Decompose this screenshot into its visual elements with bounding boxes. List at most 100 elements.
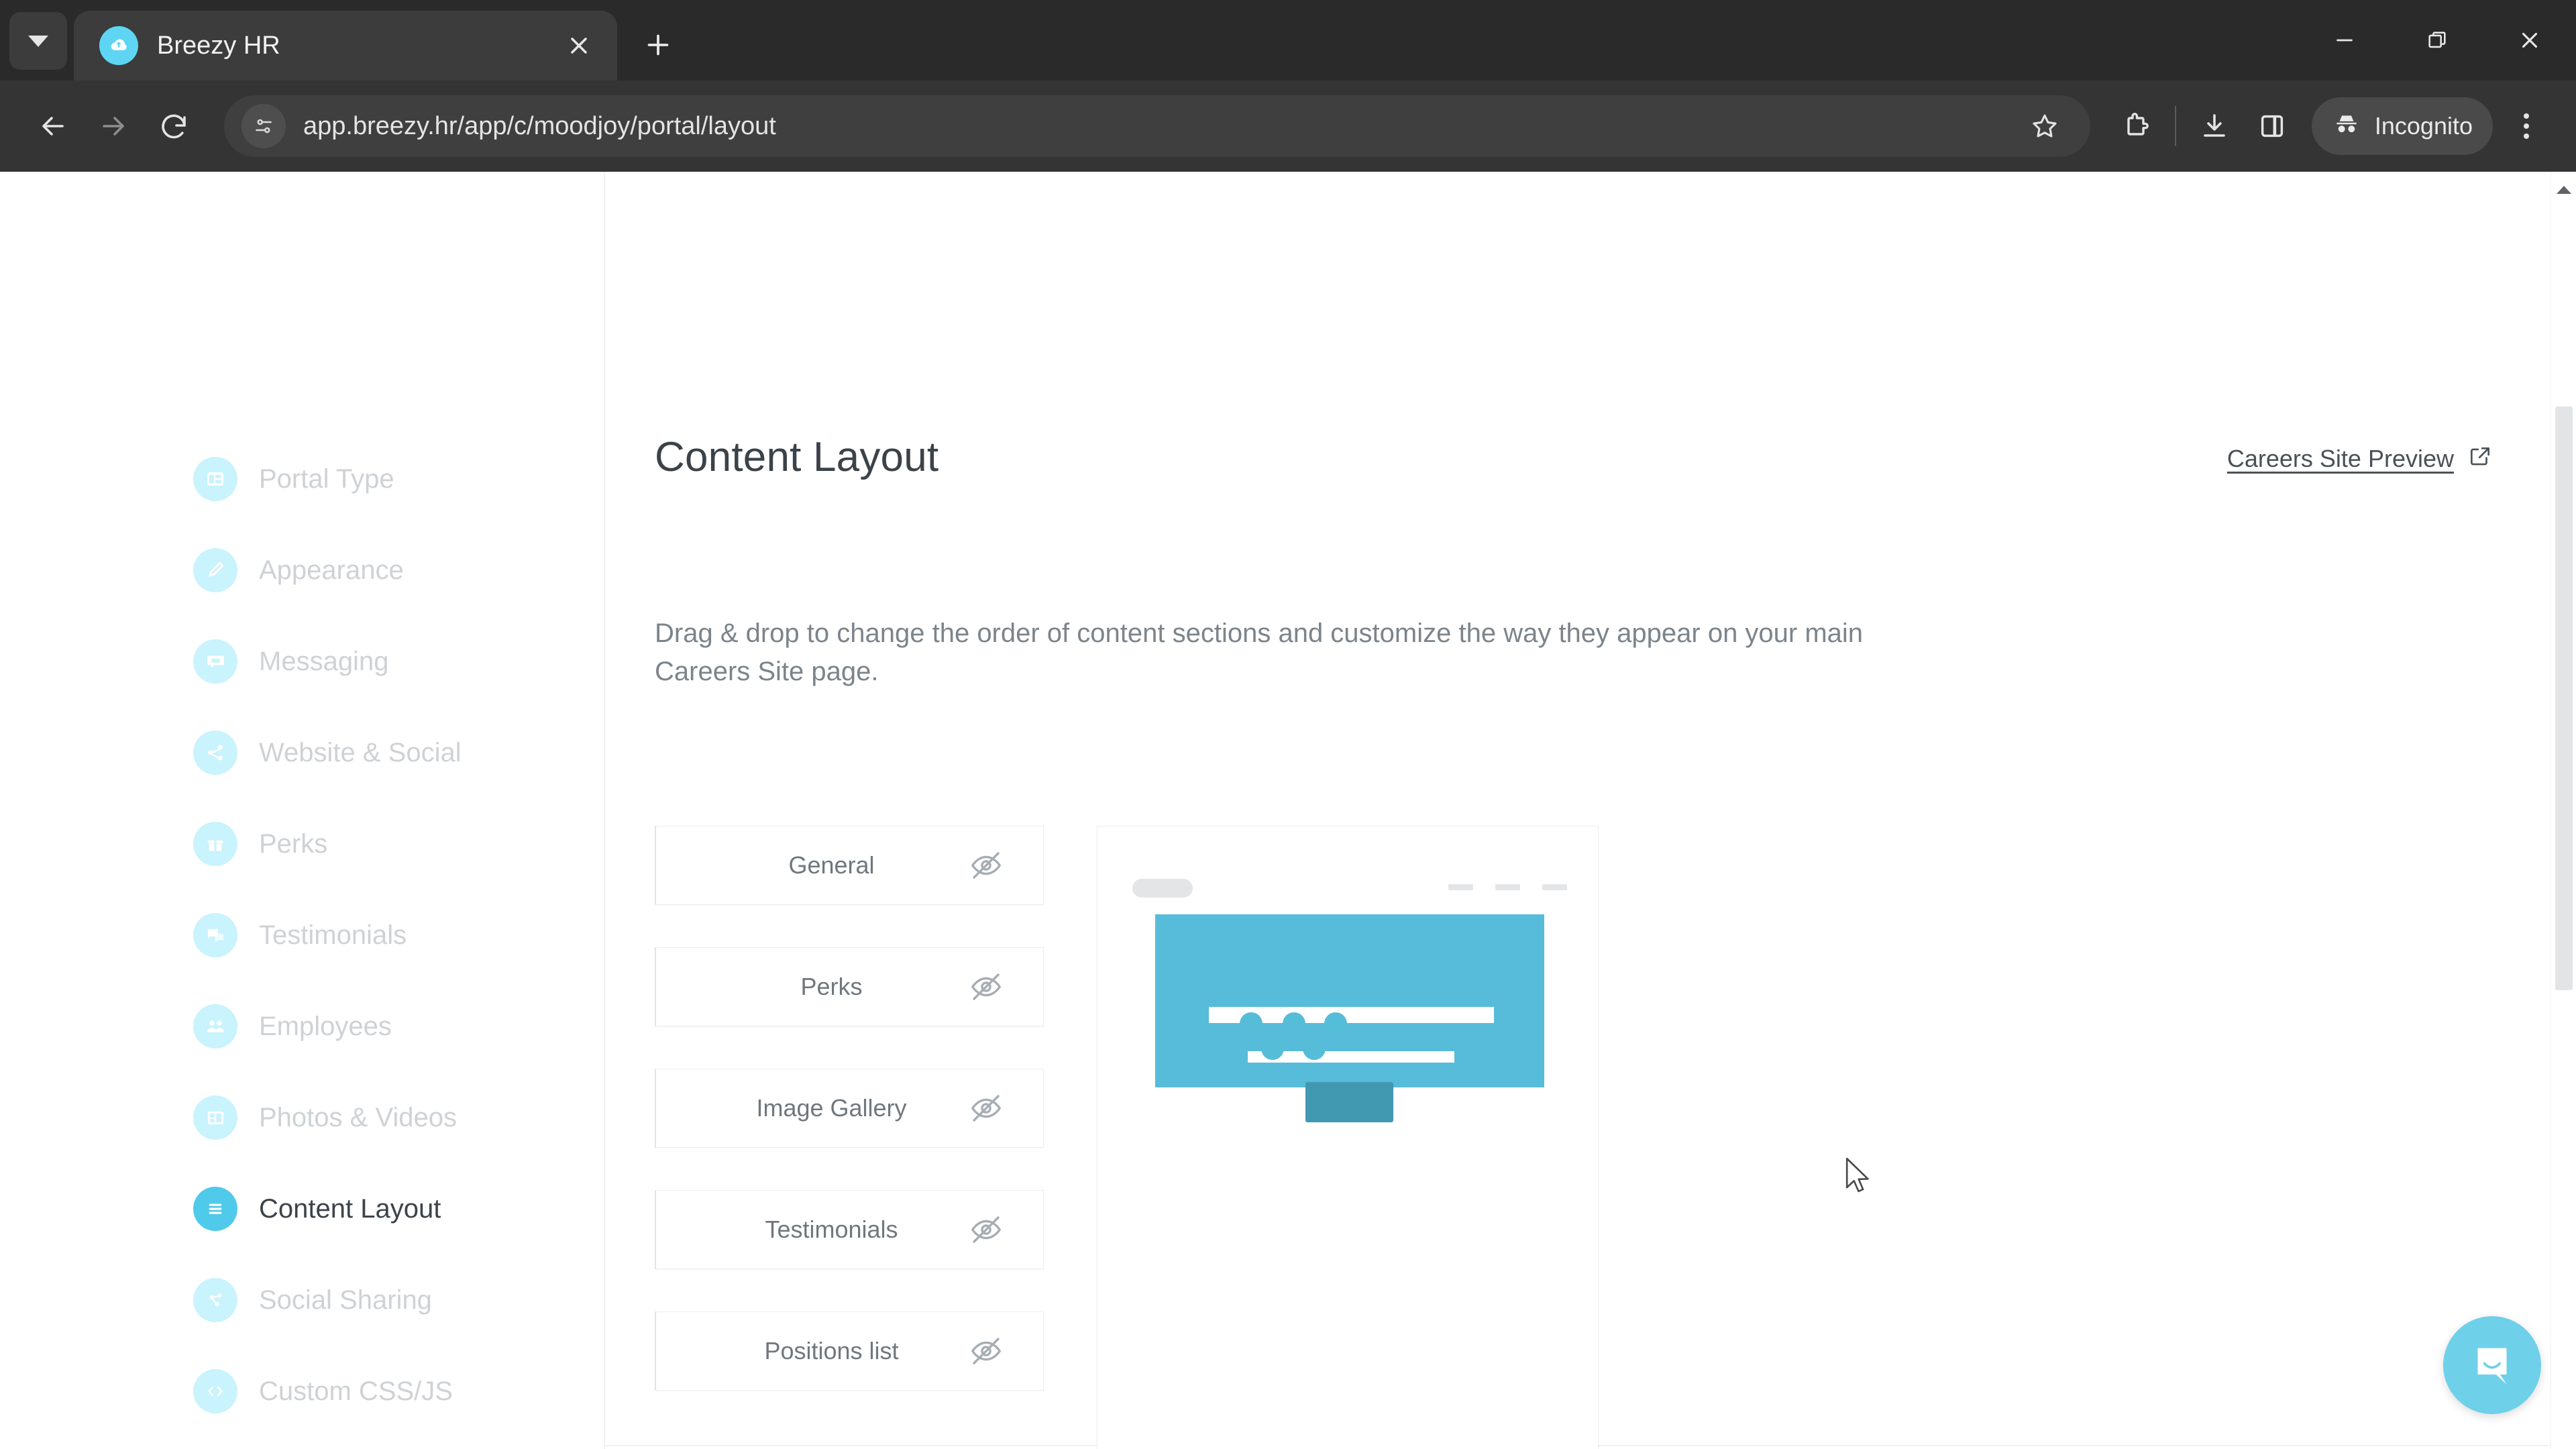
people-icon xyxy=(193,1004,237,1049)
breezy-cloud-favicon xyxy=(99,26,138,65)
pencil-icon xyxy=(193,548,237,592)
close-window-icon[interactable] xyxy=(2483,0,2576,80)
mockup-nav-placeholder xyxy=(1448,884,1567,890)
section-label: Positions list xyxy=(764,1337,899,1364)
careers-site-preview-mockup xyxy=(1097,826,1599,1449)
star-icon[interactable] xyxy=(2017,98,2073,154)
sidebar-item-custom-css-js[interactable]: Custom CSS/JS xyxy=(193,1346,596,1437)
mockup-hero-button xyxy=(1305,1082,1393,1122)
section-label: Image Gallery xyxy=(756,1094,907,1122)
kebab-menu-icon[interactable] xyxy=(2500,96,2553,156)
section-label: General xyxy=(788,851,875,879)
sidebar-item-portal-type[interactable]: Portal Type xyxy=(193,433,596,525)
eye-off-icon[interactable] xyxy=(968,1333,1004,1369)
tab-search-button[interactable] xyxy=(9,12,67,70)
content-section-row[interactable]: Testimonials xyxy=(655,1190,1044,1269)
chevron-down-icon xyxy=(28,35,48,47)
scrollbar-thumb[interactable] xyxy=(2555,407,2573,990)
content-section-row[interactable]: General xyxy=(655,826,1044,905)
browser-window: Breezy HR app.breezy.hr/app/c/moodjoy/po… xyxy=(0,0,2576,1449)
portal-settings-sidebar: Portal Type Appearance Messaging Website… xyxy=(193,433,596,1437)
browser-tab[interactable]: Breezy HR xyxy=(74,11,617,80)
sidebar-item-label: Messaging xyxy=(259,646,389,676)
download-icon[interactable] xyxy=(2186,97,2243,155)
message-icon xyxy=(193,639,237,684)
sidebar-item-label: Social Sharing xyxy=(259,1285,432,1315)
restore-icon[interactable] xyxy=(2391,0,2483,80)
extensions-icon[interactable] xyxy=(2108,97,2165,155)
sidebar-item-label: Employees xyxy=(259,1011,392,1041)
chat-bubble-icon xyxy=(2477,1348,2507,1385)
mockup-hero-banner xyxy=(1155,914,1544,1122)
sidebar-item-testimonials[interactable]: Testimonials xyxy=(193,890,596,981)
breezy-portal-page: Portal Type Appearance Messaging Website… xyxy=(0,172,2551,1449)
sidebar-item-perks[interactable]: Perks xyxy=(193,798,596,890)
chat-launcher-button[interactable] xyxy=(2443,1316,2541,1414)
code-icon xyxy=(193,1369,237,1413)
scroll-up-arrow-icon[interactable] xyxy=(2551,178,2576,201)
back-button[interactable] xyxy=(23,96,83,156)
sidebar-item-label: Appearance xyxy=(259,555,404,585)
mockup-dot xyxy=(1303,1037,1326,1060)
careers-site-preview-link[interactable]: Careers Site Preview xyxy=(2227,444,2493,473)
mockup-logo-placeholder xyxy=(1132,879,1193,898)
incognito-icon xyxy=(2332,110,2361,143)
site-settings-icon[interactable] xyxy=(241,104,286,148)
content-sections-list: General Perks Image Gallery Testimonials… xyxy=(655,826,1044,1433)
share-icon xyxy=(193,731,237,775)
section-label: Testimonials xyxy=(765,1216,898,1243)
sidebar-item-appearance[interactable]: Appearance xyxy=(193,525,596,616)
sidebar-item-label: Testimonials xyxy=(259,920,407,950)
mockup-dot xyxy=(1240,1012,1263,1035)
sidebar-item-website-social[interactable]: Website & Social xyxy=(193,707,596,798)
page-title: Content Layout xyxy=(655,434,939,480)
sidebar-item-label: Content Layout xyxy=(259,1193,441,1224)
sidebar-item-label: Portal Type xyxy=(259,464,394,494)
eye-off-icon[interactable] xyxy=(968,1212,1004,1248)
careers-site-preview-label: Careers Site Preview xyxy=(2226,444,2454,472)
incognito-label: Incognito xyxy=(2374,112,2473,140)
tab-title: Breezy HR xyxy=(157,31,280,60)
section-label: Perks xyxy=(800,973,863,1000)
portal-type-icon xyxy=(193,457,237,501)
window-controls xyxy=(2298,0,2576,80)
mockup-dot xyxy=(1324,1012,1347,1035)
eye-off-icon[interactable] xyxy=(968,847,1004,883)
mockup-dot xyxy=(1261,1037,1284,1060)
forward-button[interactable] xyxy=(83,96,144,156)
media-icon xyxy=(193,1095,237,1140)
browser-toolbar: app.breezy.hr/app/c/moodjoy/portal/layou… xyxy=(0,80,2576,172)
page-scrollbar[interactable] xyxy=(2551,172,2576,1449)
sidebar-item-content-layout[interactable]: Content Layout xyxy=(193,1163,596,1254)
mockup-dot xyxy=(1283,1012,1305,1035)
intro-text: Drag & drop to change the order of conte… xyxy=(655,619,1864,686)
address-bar[interactable]: app.breezy.hr/app/c/moodjoy/portal/layou… xyxy=(224,95,2090,157)
share-nodes-icon xyxy=(193,1278,237,1322)
toolbar-separator xyxy=(2174,106,2176,146)
incognito-badge[interactable]: Incognito xyxy=(2311,97,2493,155)
sidebar-item-label: Custom CSS/JS xyxy=(259,1376,453,1406)
sidebar-item-label: Perks xyxy=(259,828,328,859)
sidebar-item-employees[interactable]: Employees xyxy=(193,981,596,1072)
quote-icon xyxy=(193,913,237,957)
url-text: app.breezy.hr/app/c/moodjoy/portal/layou… xyxy=(303,111,776,140)
sidebar-item-photos-videos[interactable]: Photos & Videos xyxy=(193,1072,596,1163)
gift-icon xyxy=(193,822,237,866)
eye-off-icon[interactable] xyxy=(968,1090,1004,1126)
content-layout-panel: Content Layout Careers Site Preview Drag… xyxy=(604,172,2551,1449)
page-viewport: Portal Type Appearance Messaging Website… xyxy=(0,172,2576,1449)
new-tab-button[interactable] xyxy=(632,19,684,71)
eye-off-icon[interactable] xyxy=(968,969,1004,1005)
content-section-row[interactable]: Perks xyxy=(655,947,1044,1026)
sidebar-item-messaging[interactable]: Messaging xyxy=(193,616,596,707)
side-panel-icon[interactable] xyxy=(2243,97,2301,155)
external-link-icon xyxy=(2467,444,2493,473)
sidebar-item-social-sharing[interactable]: Social Sharing xyxy=(193,1254,596,1346)
sidebar-item-label: Website & Social xyxy=(259,737,462,767)
content-section-row[interactable]: Positions list xyxy=(655,1311,1044,1391)
content-section-row[interactable]: Image Gallery xyxy=(655,1069,1044,1148)
reload-button[interactable] xyxy=(144,96,204,156)
minimize-icon[interactable] xyxy=(2298,0,2391,80)
tab-strip: Breezy HR xyxy=(0,0,2576,80)
close-icon[interactable] xyxy=(559,26,598,65)
